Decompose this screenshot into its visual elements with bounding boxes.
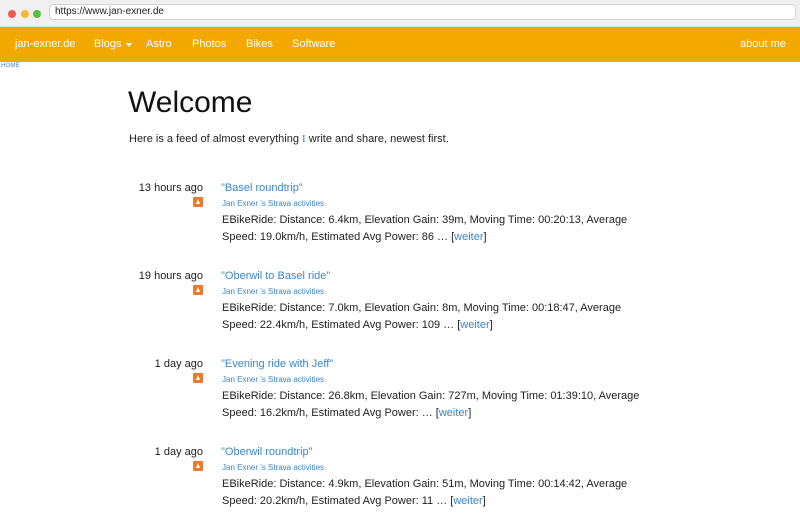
entry-title-link[interactable]: "Oberwil to Basel ride" [221, 270, 330, 282]
entry-description-text: EBikeRide: Distance: 4.9km, Elevation Ga… [222, 478, 628, 507]
entry-more-link[interactable]: weiter [453, 495, 482, 507]
close-window-button[interactable] [8, 10, 16, 18]
entry-bracket: ] [489, 319, 493, 331]
entry-description: EBikeRide: Distance: 4.9km, Elevation Ga… [222, 476, 642, 510]
strava-icon [193, 373, 203, 383]
nav-blogs-dropdown[interactable]: Blogs [94, 27, 122, 62]
entry-description: EBikeRide: Distance: 6.4km, Elevation Ga… [222, 212, 642, 246]
nav-brand-link[interactable]: jan-exner.de [15, 27, 76, 62]
page-title: Welcome [128, 86, 253, 119]
entry-time: 19 hours ago [138, 270, 203, 282]
minimize-window-button[interactable] [21, 10, 29, 18]
entry-source-link[interactable]: Jan Exner 's Strava activities [222, 287, 324, 296]
nav-astro-link[interactable]: Astro [146, 27, 172, 62]
entry-description-text: EBikeRide: Distance: 26.8km, Elevation G… [222, 390, 640, 419]
entry-description: EBikeRide: Distance: 26.8km, Elevation G… [222, 388, 642, 422]
intro-text-end: write and share, newest first. [305, 133, 449, 145]
feed-entry: 1 day ago "Evening ride with Jeff" Jan E… [0, 358, 800, 438]
entry-time: 1 day ago [154, 446, 203, 458]
entry-source-link[interactable]: Jan Exner 's Strava activities [222, 463, 324, 472]
intro-text-start: Here is a feed of almost everything [129, 133, 303, 145]
page-intro: Here is a feed of almost everything I wr… [129, 133, 449, 145]
feed-entry: 1 day ago "Oberwil roundtrip" Jan Exner … [0, 446, 800, 526]
entry-more-link[interactable]: weiter [460, 319, 489, 331]
entry-time: 13 hours ago [138, 182, 203, 194]
entry-source-link[interactable]: Jan Exner 's Strava activities [222, 199, 324, 208]
entry-bracket: ] [468, 407, 472, 419]
nav-software-link[interactable]: Software [292, 27, 335, 62]
address-bar[interactable]: https://www.jan-exner.de [49, 4, 796, 20]
entry-title-link[interactable]: "Basel roundtrip" [221, 182, 303, 194]
feed-entry: 13 hours ago "Basel roundtrip" Jan Exner… [0, 182, 800, 262]
strava-icon [193, 285, 203, 295]
entry-source-link[interactable]: Jan Exner 's Strava activities [222, 375, 324, 384]
nav-about-link[interactable]: about me [740, 27, 786, 62]
entry-description-text: EBikeRide: Distance: 6.4km, Elevation Ga… [222, 214, 628, 243]
nav-photos-link[interactable]: Photos [192, 27, 226, 62]
entry-more-link[interactable]: weiter [439, 407, 468, 419]
entry-time: 1 day ago [154, 358, 203, 370]
feed-entry: 19 hours ago "Oberwil to Basel ride" Jan… [0, 270, 800, 350]
entry-more-link[interactable]: weiter [454, 231, 483, 243]
browser-toolbar: https://www.jan-exner.de [0, 0, 800, 27]
strava-icon [193, 461, 203, 471]
entry-description-text: EBikeRide: Distance: 7.0km, Elevation Ga… [222, 302, 622, 331]
chevron-down-icon[interactable] [126, 43, 132, 47]
maximize-window-button[interactable] [33, 10, 41, 18]
nav-bikes-link[interactable]: Bikes [246, 27, 273, 62]
top-navbar: jan-exner.de Blogs Astro Photos Bikes So… [0, 27, 800, 62]
entry-title-link[interactable]: "Evening ride with Jeff" [221, 358, 333, 370]
breadcrumb-home[interactable]: HOME [1, 63, 20, 69]
entry-bracket: ] [482, 495, 486, 507]
entry-title-link[interactable]: "Oberwil roundtrip" [221, 446, 313, 458]
strava-icon [193, 197, 203, 207]
entry-description: EBikeRide: Distance: 7.0km, Elevation Ga… [222, 300, 642, 334]
entry-bracket: ] [483, 231, 487, 243]
